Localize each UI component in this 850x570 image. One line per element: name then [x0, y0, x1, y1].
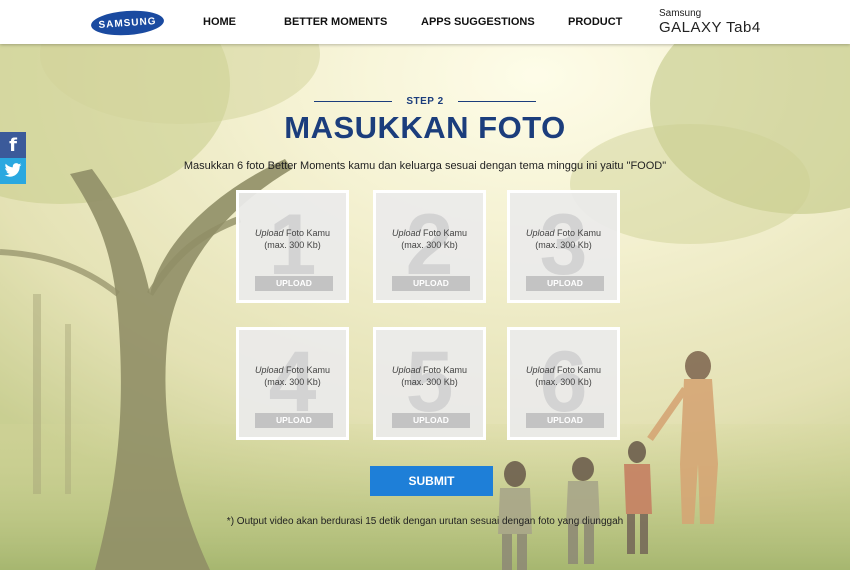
top-navigation-bar: SAMSUNG HOME BETTER MOMENTS APPS SUGGEST… [0, 0, 850, 44]
facebook-share-button[interactable]: f [0, 132, 26, 158]
brand-big-text: GALAXY Tab4 [659, 19, 761, 36]
step-indicator: STEP 2 [0, 93, 850, 111]
slot-label: Upload Foto Kamu (max. 300 Kb) [254, 365, 331, 387]
samsung-logo[interactable]: SAMSUNG [90, 8, 165, 38]
upload-button-1[interactable]: UPLOAD [255, 276, 333, 291]
slot-label: Upload Foto Kamu (max. 300 Kb) [525, 365, 602, 387]
twitter-icon [4, 162, 22, 180]
brand-small-text: Samsung [659, 8, 702, 19]
upload-slot-4[interactable]: 4 Upload Foto Kamu (max. 300 Kb) UPLOAD [236, 327, 349, 440]
galaxy-tab-brand: Samsung GALAXY Tab4 [659, 9, 761, 37]
twitter-share-button[interactable] [0, 158, 26, 184]
page-title: MASUKKAN FOTO [284, 110, 566, 145]
slot-label: Upload Foto Kamu (max. 300 Kb) [525, 228, 602, 250]
upload-button-6[interactable]: UPLOAD [526, 413, 604, 428]
nav-apps-suggestions[interactable]: APPS SUGGESTIONS [421, 16, 535, 28]
nav-better-moments[interactable]: BETTER MOMENTS [284, 16, 387, 28]
upload-slot-6[interactable]: 6 Upload Foto Kamu (max. 300 Kb) UPLOAD [507, 327, 620, 440]
facebook-icon: f [9, 134, 17, 156]
upload-button-5[interactable]: UPLOAD [392, 413, 470, 428]
divider-line-right [458, 101, 537, 103]
slot-label: Upload Foto Kamu (max. 300 Kb) [254, 228, 331, 250]
upload-button-2[interactable]: UPLOAD [392, 276, 470, 291]
upload-slot-5[interactable]: 5 Upload Foto Kamu (max. 300 Kb) UPLOAD [373, 327, 486, 440]
upload-button-4[interactable]: UPLOAD [255, 413, 333, 428]
upload-slot-1[interactable]: 1 Upload Foto Kamu (max. 300 Kb) UPLOAD [236, 190, 349, 303]
submit-button[interactable]: SUBMIT [370, 466, 493, 496]
upload-button-3[interactable]: UPLOAD [526, 276, 604, 291]
slot-label: Upload Foto Kamu (max. 300 Kb) [391, 365, 468, 387]
nav-product[interactable]: PRODUCT [568, 16, 622, 28]
upload-slot-2[interactable]: 2 Upload Foto Kamu (max. 300 Kb) UPLOAD [373, 190, 486, 303]
divider-line-left [313, 101, 392, 103]
nav-home[interactable]: HOME [203, 16, 236, 28]
footnote-text: *) Output video akan berdurasi 15 detik … [226, 516, 624, 527]
slot-label: Upload Foto Kamu (max. 300 Kb) [391, 228, 468, 250]
upload-slot-3[interactable]: 3 Upload Foto Kamu (max. 300 Kb) UPLOAD [507, 190, 620, 303]
step-label: STEP 2 [406, 96, 444, 108]
instruction-text: Masukkan 6 foto Better Moments kamu dan … [183, 160, 667, 172]
